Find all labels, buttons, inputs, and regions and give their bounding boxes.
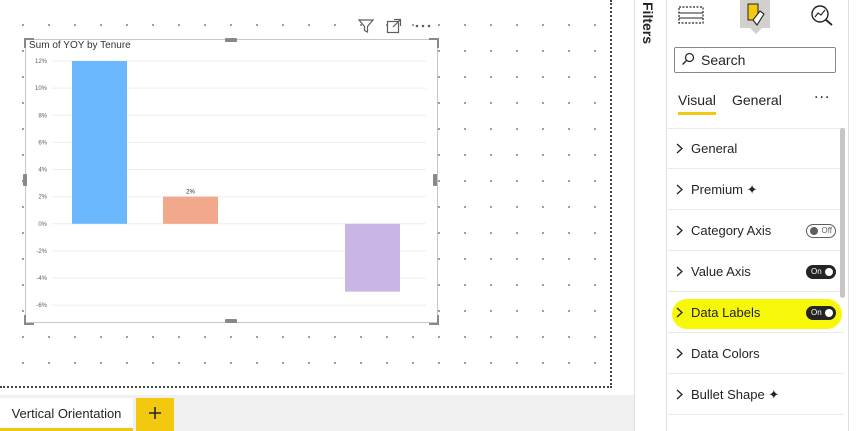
pane-more-options-button[interactable]: ··· xyxy=(814,90,830,106)
section-bullet-shape[interactable]: Bullet Shape ✦ xyxy=(666,375,844,415)
pane-scrollbar[interactable] xyxy=(840,128,845,298)
section-premium[interactable]: Premium ✦ xyxy=(666,170,844,210)
section-label: Category Axis xyxy=(691,223,772,238)
pane-search-box[interactable] xyxy=(674,47,836,73)
section-label: Data Colors xyxy=(691,346,760,361)
section-category-axis[interactable]: Category Axis Off xyxy=(666,211,844,251)
active-tab-pointer xyxy=(750,28,762,34)
section-label: Value Axis xyxy=(691,264,751,279)
visual-title: Sum of YOY by Tenure xyxy=(29,40,131,51)
visual-header xyxy=(357,18,432,38)
data-labels-toggle[interactable]: On xyxy=(806,305,836,320)
filters-label[interactable]: Filters xyxy=(640,2,656,44)
bar[interactable] xyxy=(345,223,400,292)
add-page-button[interactable] xyxy=(136,398,174,431)
value-axis-toggle[interactable]: On xyxy=(806,264,836,279)
y-tick-label: 6% xyxy=(38,140,47,146)
search-input[interactable] xyxy=(701,52,821,68)
section-data-labels[interactable]: Data Labels On xyxy=(666,293,844,333)
filters-pane-collapsed[interactable] xyxy=(634,0,667,431)
y-tick-label: 0% xyxy=(38,222,47,228)
y-tick-label: 10% xyxy=(35,86,48,92)
y-tick-label: 4% xyxy=(38,168,47,174)
canvas-border xyxy=(0,386,612,388)
bar-chart: 12% 10% 8% 6% 4% 2% 0% -2% -4% -6% 2% xyxy=(35,59,426,309)
bar[interactable] xyxy=(72,61,127,224)
category-axis-toggle[interactable]: Off xyxy=(806,223,836,238)
search-icon xyxy=(681,51,695,70)
chevron-right-icon xyxy=(676,225,684,236)
page-tab-label: Vertical Orientation xyxy=(11,405,122,421)
format-visual-icon[interactable] xyxy=(740,0,770,28)
bar[interactable] xyxy=(163,196,218,224)
chevron-right-icon xyxy=(676,266,684,277)
resize-handle[interactable] xyxy=(429,38,439,48)
section-general[interactable]: General xyxy=(666,129,844,169)
build-visual-icon[interactable] xyxy=(670,0,712,30)
data-label: 2% xyxy=(186,190,195,196)
chevron-right-icon xyxy=(676,184,684,195)
section-label: Premium ✦ xyxy=(691,181,758,197)
y-tick-label: 12% xyxy=(35,59,48,65)
plus-icon xyxy=(148,405,162,424)
canvas-border xyxy=(610,0,612,388)
section-value-axis[interactable]: Value Axis On xyxy=(666,252,844,292)
y-tick-label: 2% xyxy=(38,195,47,201)
resize-handle[interactable] xyxy=(225,38,237,42)
chevron-right-icon xyxy=(676,389,684,400)
section-label: General xyxy=(691,141,738,156)
y-tick-label: 8% xyxy=(38,113,47,119)
focus-mode-icon[interactable] xyxy=(386,18,402,38)
tab-general[interactable]: General xyxy=(732,92,782,108)
chevron-right-icon xyxy=(676,143,684,154)
page-tab-vertical-orientation[interactable]: Vertical Orientation xyxy=(0,398,133,431)
chevron-right-icon xyxy=(676,307,684,318)
section-data-colors[interactable]: Data Colors xyxy=(666,334,844,374)
more-options-icon[interactable] xyxy=(414,18,432,38)
y-tick-label: -6% xyxy=(36,303,47,309)
tab-visual[interactable]: Visual xyxy=(678,92,716,115)
collapsed-pane-edge[interactable] xyxy=(848,0,866,431)
chevron-right-icon xyxy=(676,348,684,359)
section-label: Bullet Shape ✦ xyxy=(691,386,780,402)
y-tick-label: -2% xyxy=(36,249,47,255)
analytics-icon[interactable] xyxy=(804,0,840,30)
filter-icon[interactable] xyxy=(357,18,375,38)
y-tick-label: -4% xyxy=(36,276,47,282)
section-label: Data Labels xyxy=(691,305,761,320)
